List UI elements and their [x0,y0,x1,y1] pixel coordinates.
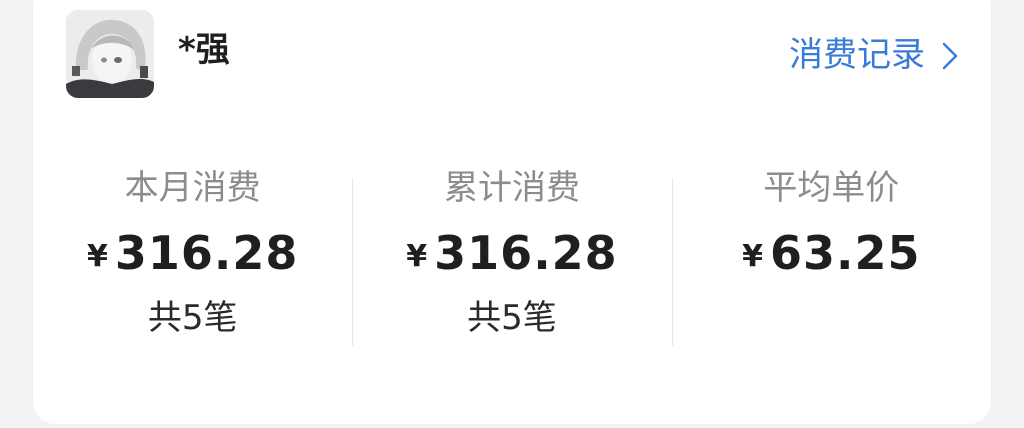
username: *强 [178,30,230,70]
stat-amount: 63.25 [770,226,921,280]
stat-label: 累计消费 [443,168,580,208]
stat-monthly: 本月消费 ¥316.28 共5笔 [33,168,352,353]
chevron-right-icon [939,40,961,70]
stat-amount: 316.28 [434,226,618,280]
stat-total: 累计消费 ¥316.28 共5笔 [352,168,671,353]
stat-count: 共5笔 [147,298,238,338]
stat-label: 本月消费 [124,168,261,208]
stat-label: 平均单价 [763,168,900,208]
currency-symbol: ¥ [742,239,764,274]
consumption-record-link[interactable]: 消费记录 [789,35,961,75]
currency-symbol: ¥ [406,239,429,274]
stat-value: ¥63.25 [672,224,991,286]
stats-row: 本月消费 ¥316.28 共5笔 累计消费 ¥316.28 共5笔 平均单价 ¥… [33,168,991,353]
currency-symbol: ¥ [86,239,109,274]
stat-average: 平均单价 ¥63.25 [671,168,991,353]
stat-value: ¥316.28 [33,224,352,286]
stat-value: ¥316.28 [352,224,671,286]
anime-avatar-icon[interactable] [66,10,154,98]
stat-amount: 316.28 [114,226,299,280]
consumption-card: *强 消费记录 本月消费 ¥316.28 共5笔 累计消费 ¥316.28 共5… [33,0,991,424]
consumption-record-label: 消费记录 [789,35,925,75]
stat-count: 共5笔 [467,298,557,338]
